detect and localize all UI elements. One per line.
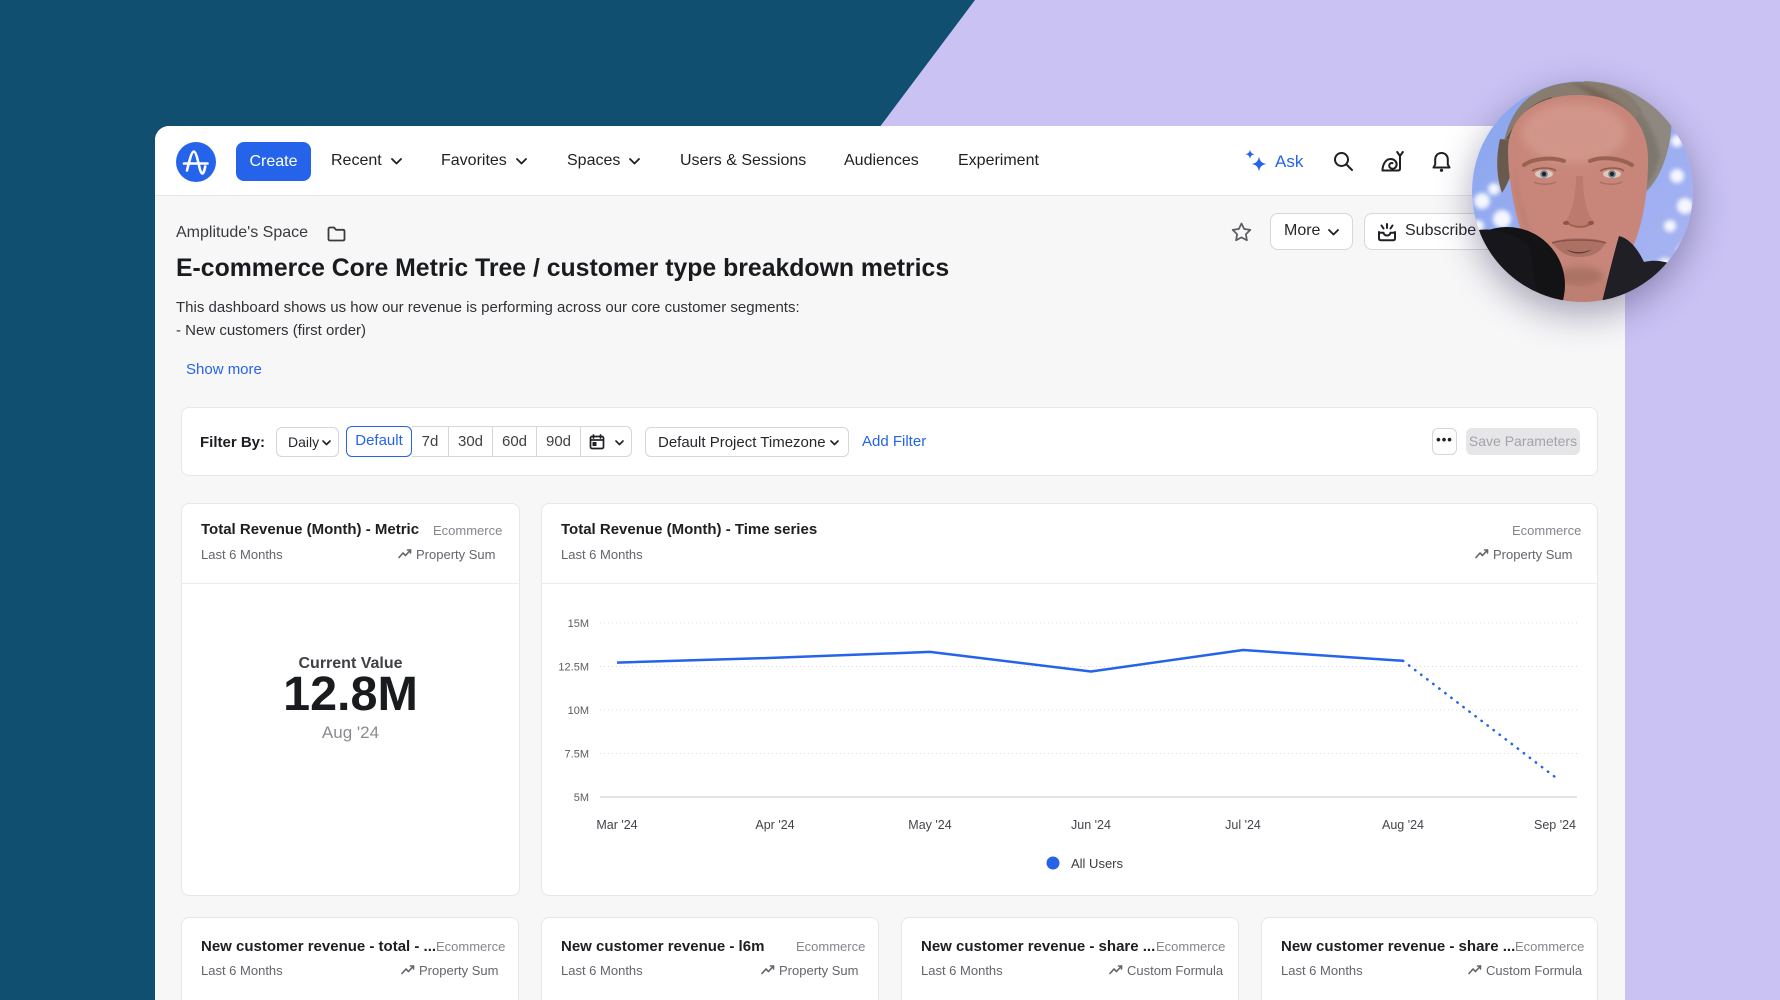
svg-text:7.5M: 7.5M xyxy=(565,749,589,761)
svg-text:5M: 5M xyxy=(574,792,589,804)
svg-text:Apr '24: Apr '24 xyxy=(755,818,794,832)
svg-text:Jun '24: Jun '24 xyxy=(1071,818,1111,832)
svg-text:Jul '24: Jul '24 xyxy=(1225,818,1261,832)
svg-text:Sep '24: Sep '24 xyxy=(1534,818,1576,832)
svg-text:All Users: All Users xyxy=(1071,856,1124,871)
svg-text:12.5M: 12.5M xyxy=(558,662,589,674)
svg-text:15M: 15M xyxy=(568,618,589,630)
svg-text:10M: 10M xyxy=(568,705,589,717)
svg-text:Aug '24: Aug '24 xyxy=(1382,818,1424,832)
svg-text:May '24: May '24 xyxy=(908,818,951,832)
svg-text:Mar '24: Mar '24 xyxy=(596,818,637,832)
